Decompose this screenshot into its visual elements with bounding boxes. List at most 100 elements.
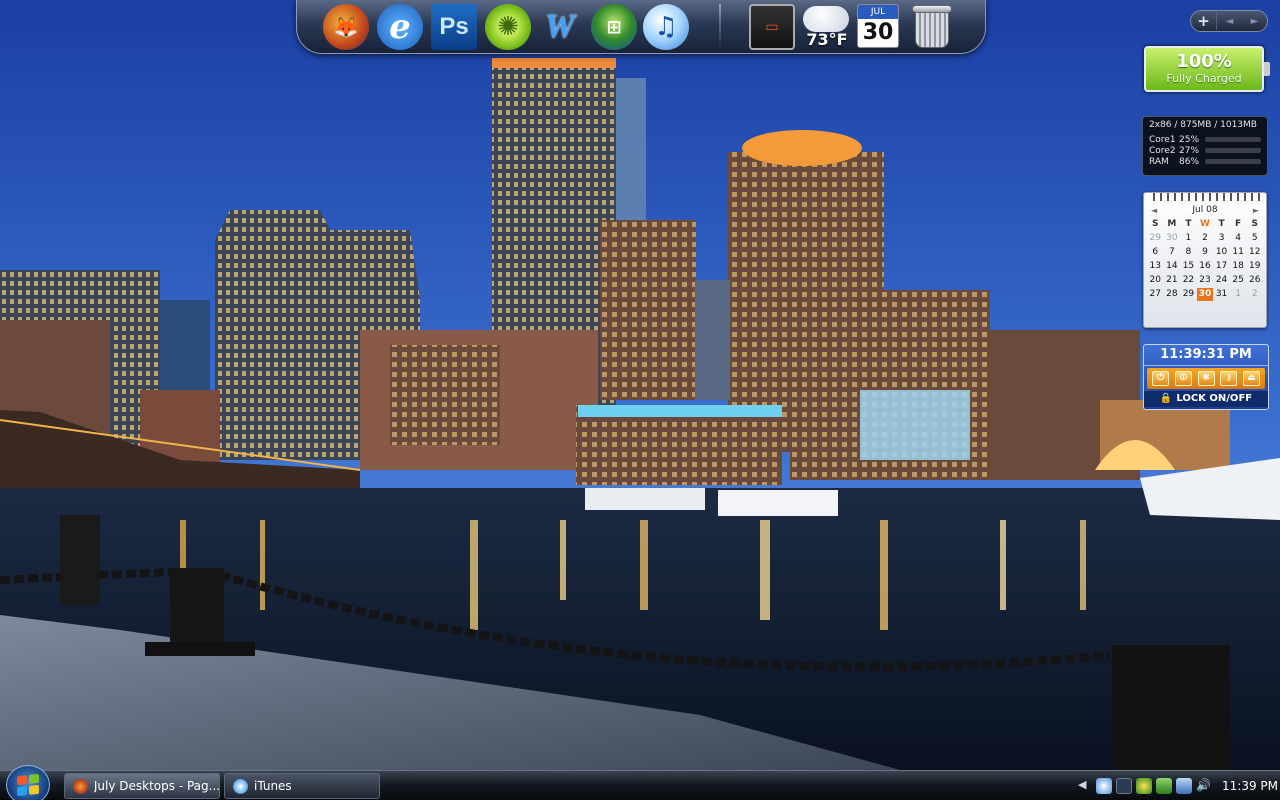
calendar-binding [1148,193,1262,201]
windows-logo-icon [17,773,39,797]
clock-lock-gadget[interactable]: 11:39:31 PM ⏻ ⏼ ✱ ⚷ ⏏ 🔒 LOCK ON/OFF [1143,344,1269,410]
firefox-icon [73,778,88,794]
calendar-day[interactable]: 28 [1164,288,1181,301]
application-dock: 🦊 e Ps ✺ W ⊞ ♫ ▭ 73°F JUL 30 [296,0,986,54]
calendar-day[interactable]: 11 [1230,246,1247,259]
calendar-day[interactable]: 7 [1164,246,1181,259]
taskbar: July Desktops - Pag... iTunes ◀ 🔊 11:39 … [0,765,1280,800]
calendar-day[interactable]: 8 [1180,246,1197,259]
calendar-day[interactable]: 13 [1147,260,1164,273]
shutdown-icon[interactable]: ⏼ [1174,371,1192,386]
calendar-day[interactable]: 21 [1164,274,1181,287]
recycle-bin-icon[interactable] [909,2,955,50]
cpu-meter-header: 2x86 / 875MB / 1013MB [1149,120,1257,130]
add-gadget-button[interactable]: + [1191,12,1217,30]
itunes-icon [233,778,248,794]
gadget-clock-time: 11:39:31 PM [1144,345,1268,366]
monitor-icon[interactable]: ▭ [747,2,797,52]
standby-icon[interactable]: ⏻ [1152,371,1169,386]
key-icon[interactable]: ⚷ [1220,371,1238,386]
calendar-day[interactable]: 14 [1164,260,1181,273]
show-hidden-icons-chevron-icon[interactable]: ◀ [1078,778,1092,794]
calendar-day[interactable]: 23 [1197,274,1214,287]
system-tray: ◀ 🔊 11:39 PM [1078,771,1280,800]
weather-icon[interactable]: 73°F [799,2,855,52]
calendar-day[interactable]: 17 [1213,260,1230,273]
calendar-day[interactable]: 19 [1246,260,1263,273]
calendar-day[interactable]: 22 [1180,274,1197,287]
calendar-day[interactable]: 29 [1180,288,1197,301]
restart-icon[interactable]: ✱ [1197,371,1215,386]
calendar-day[interactable]: 16 [1197,260,1214,273]
next-page-button[interactable]: ► [1242,16,1267,27]
firefox-icon[interactable]: 🦊 [321,2,371,52]
battery-gadget[interactable]: 100% Fully Charged [1144,46,1270,92]
internet-explorer-icon[interactable]: e [375,2,425,52]
calendar-prev-month-icon[interactable]: ◄ [1151,206,1157,215]
limewire-icon[interactable]: ✺ [483,2,533,52]
itunes-icon[interactable]: ♫ [641,2,691,52]
photoshop-icon[interactable]: Ps [429,2,479,52]
calendar-day[interactable]: 5 [1246,232,1263,245]
battery-status: Fully Charged [1166,72,1242,85]
previous-page-button[interactable]: ◄ [1217,16,1242,27]
calendar-day[interactable]: 26 [1246,274,1263,287]
calendar-weekday-label: M [1167,219,1177,229]
dock-separator [719,4,721,48]
calendar-icon-day: 30 [862,20,894,45]
sidebar-controls: + ◄ ► [1190,10,1268,32]
power-tray-icon[interactable] [1156,778,1172,794]
calendar-day[interactable]: 10 [1213,246,1230,259]
padlock-icon: 🔒 [1159,393,1173,404]
calendar-day[interactable]: 2 [1197,232,1214,245]
calendar-day[interactable]: 20 [1147,274,1164,287]
taskbar-button-firefox[interactable]: July Desktops - Pag... [64,773,220,799]
start-button[interactable] [6,765,50,800]
calendar-day[interactable]: 24 [1213,274,1230,287]
calendar-next-month-icon[interactable]: ► [1253,206,1259,215]
messenger-tray-icon[interactable] [1136,778,1152,794]
calendar-day[interactable]: 12 [1246,246,1263,259]
battery-percent: 100% [1176,51,1232,72]
calendar-day[interactable]: 25 [1230,274,1247,287]
taskbar-clock[interactable]: 11:39 PM [1222,779,1278,793]
calendar-day[interactable]: 27 [1147,288,1164,301]
word-icon[interactable]: W [535,2,585,52]
calendar-day[interactable]: 31 [1213,288,1230,301]
calendar-day[interactable]: 18 [1230,260,1247,273]
calendar-weekday-label: W [1200,219,1210,229]
calendar-day[interactable]: 29 [1147,232,1164,245]
logoff-icon[interactable]: ⏏ [1243,371,1260,386]
cpu-meter-row: RAM 86% [1149,156,1261,167]
calendar-day[interactable]: 9 [1197,246,1214,259]
calendar-weekday-label: F [1235,219,1242,229]
cpu-temperature-tray-icon[interactable] [1116,778,1132,794]
calendar-weekday-label: S [1152,219,1159,229]
calendar-day[interactable]: 30 [1164,232,1181,245]
volume-icon[interactable]: 🔊 [1196,778,1212,794]
calendar-day[interactable]: 1 [1230,288,1247,301]
calendar-icon[interactable]: JUL 30 [857,4,899,48]
taskbar-button-itunes[interactable]: iTunes [224,773,380,799]
calendar-grid: S M T W T F S 29 30 1 2 3 4 5 6 7 8 9 10 11 12 13 14 15 16 17 18 19… [1144,215,1266,301]
calendar-day[interactable]: 4 [1230,232,1247,245]
calendar-day[interactable]: 6 [1147,246,1164,259]
calendar-weekday-label: T [1185,219,1192,229]
calendar-month-label: Jul 08 [1192,205,1218,215]
network-tray-icon[interactable] [1176,778,1192,794]
calendar-current-day[interactable]: 30 [1196,288,1214,301]
itunes-tray-icon[interactable] [1096,778,1112,794]
lock-toggle-button[interactable]: 🔒 LOCK ON/OFF [1144,391,1268,407]
calendar-day[interactable]: 3 [1213,232,1230,245]
power-button-row: ⏻ ⏼ ✱ ⚷ ⏏ [1147,368,1265,389]
cloud-icon [803,6,849,32]
calendar-day[interactable]: 2 [1246,288,1263,301]
calendar-day[interactable]: 1 [1180,232,1197,245]
calendar-day[interactable]: 15 [1180,260,1197,273]
cpu-meter-row: Core1 25% [1149,134,1261,145]
calendar-gadget[interactable]: ◄ Jul 08 ► S M T W T F S 29 30 1 2 3 4 5 6 7 8 9 10 11 12 13 1… [1143,192,1267,328]
cpu-meter-gadget[interactable]: 2x86 / 875MB / 1013MB Core1 25% Core2 27… [1142,116,1268,176]
desktop-wallpaper [0,0,1280,770]
calendar-icon-month: JUL [858,5,898,19]
windows-icon[interactable]: ⊞ [589,2,639,52]
